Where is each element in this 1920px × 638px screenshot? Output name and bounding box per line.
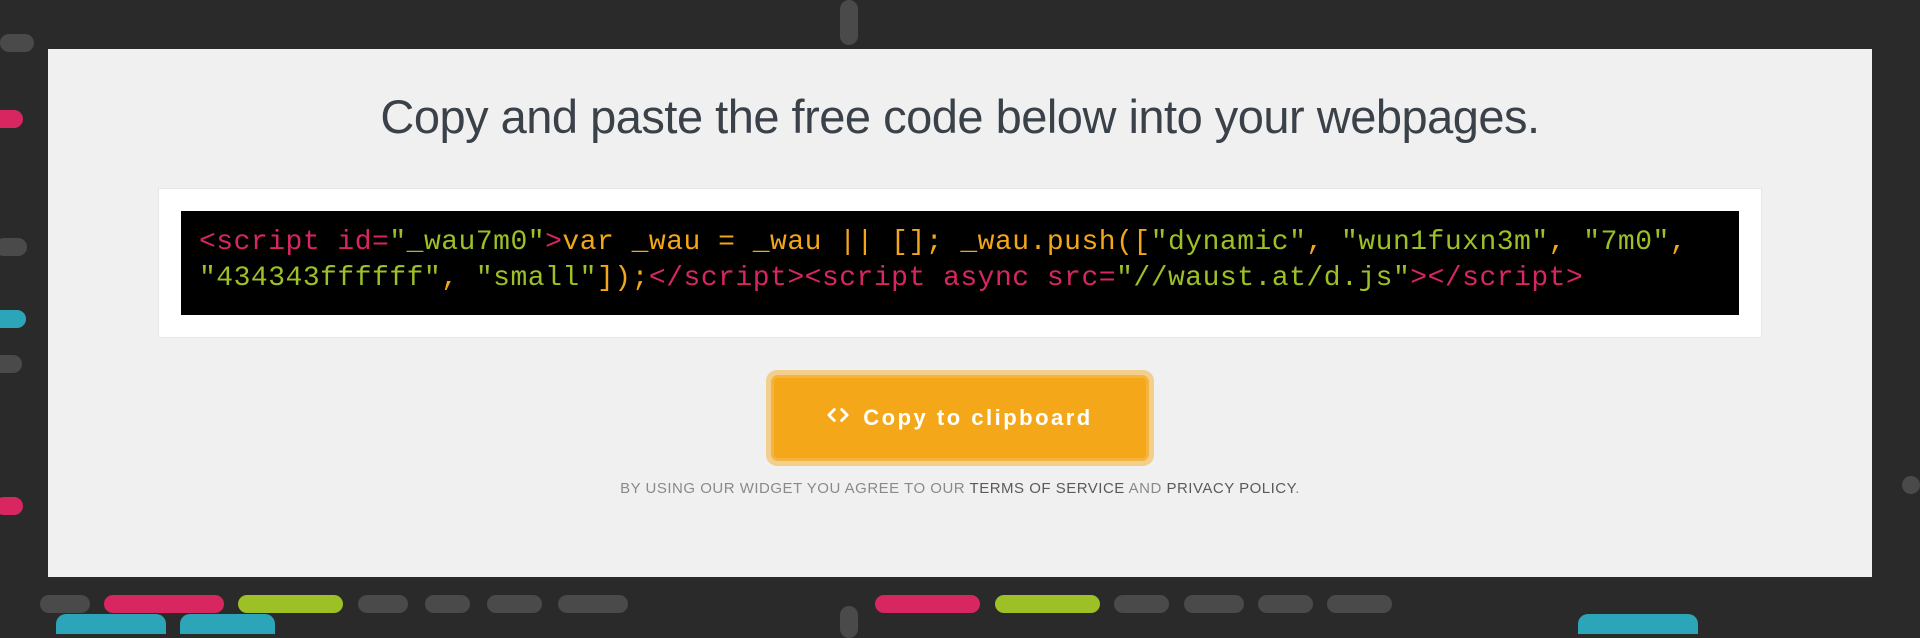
code-snippet[interactable]: <script id="_wau7m0">var _wau = _wau || … — [181, 211, 1739, 315]
bg-stripe — [875, 595, 980, 613]
bg-stripe — [1902, 476, 1920, 494]
bg-stripe — [558, 595, 628, 613]
bg-stripe — [425, 595, 470, 613]
code-tag: ipt> — [735, 263, 804, 294]
code-container: <script id="_wau7m0">var _wau = _wau || … — [158, 188, 1762, 338]
bg-stripe — [358, 595, 408, 613]
bg-stripe — [487, 595, 542, 613]
disclaimer-mid: AND — [1125, 480, 1167, 497]
page-title: Copy and paste the free code below into … — [158, 89, 1762, 144]
bg-stripe — [840, 606, 858, 638]
disclaimer-prefix: BY USING OUR WIDGET YOU AGREE TO OUR — [620, 480, 969, 497]
bg-stripe — [1114, 595, 1169, 613]
bg-stripe — [0, 497, 23, 515]
code-tag: </scr — [1428, 263, 1515, 294]
bg-stripe — [238, 595, 343, 613]
bg-stripe — [0, 310, 26, 328]
code-tag: > — [1410, 263, 1427, 294]
bg-stripe — [1184, 595, 1244, 613]
copy-button-label: Copy to clipboard — [863, 405, 1093, 431]
copy-to-clipboard-button[interactable]: Copy to clipboard — [774, 378, 1146, 458]
bg-stripe — [0, 355, 22, 373]
bg-stripe — [40, 595, 90, 613]
code-js: , — [1549, 227, 1584, 258]
privacy-policy-link[interactable]: PRIVACY POLICY — [1166, 480, 1295, 497]
bg-stripe — [1327, 595, 1392, 613]
code-tag: </scr — [649, 263, 736, 294]
bg-stripe — [0, 238, 27, 256]
bg-stripe — [840, 0, 858, 45]
code-tag: <script async src= — [805, 263, 1116, 294]
code-string: "wun1fuxn3m" — [1341, 227, 1549, 258]
bg-stripe — [0, 34, 34, 52]
bg-stripe — [995, 595, 1100, 613]
bg-stripe — [56, 614, 166, 634]
bg-stripe — [1258, 595, 1313, 613]
bg-stripe — [180, 614, 275, 634]
disclaimer-text: BY USING OUR WIDGET YOU AGREE TO OUR TER… — [158, 480, 1762, 497]
bg-stripe — [104, 595, 224, 613]
code-string: "7m0" — [1583, 227, 1670, 258]
bg-stripe — [1578, 614, 1698, 634]
code-string: "434343ffffff" — [199, 263, 441, 294]
code-js: ]); — [597, 263, 649, 294]
code-icon — [827, 404, 849, 432]
disclaimer-suffix: . — [1295, 480, 1300, 497]
code-tag: > — [545, 227, 562, 258]
code-tag: ipt> — [1514, 263, 1583, 294]
main-card: Copy and paste the free code below into … — [48, 49, 1872, 577]
code-tag: <script id= — [199, 227, 389, 258]
code-js: , — [1670, 227, 1705, 258]
terms-of-service-link[interactable]: TERMS OF SERVICE — [970, 480, 1125, 497]
code-js: , — [441, 263, 476, 294]
code-string: "_wau7m0" — [389, 227, 545, 258]
code-string: "small" — [476, 263, 597, 294]
code-string: "dynamic" — [1151, 227, 1307, 258]
code-string: "//waust.at/d.js" — [1116, 263, 1410, 294]
code-js: , — [1306, 227, 1341, 258]
bg-stripe — [0, 110, 23, 128]
code-js: var _wau = _wau || []; _wau.push([ — [562, 227, 1150, 258]
